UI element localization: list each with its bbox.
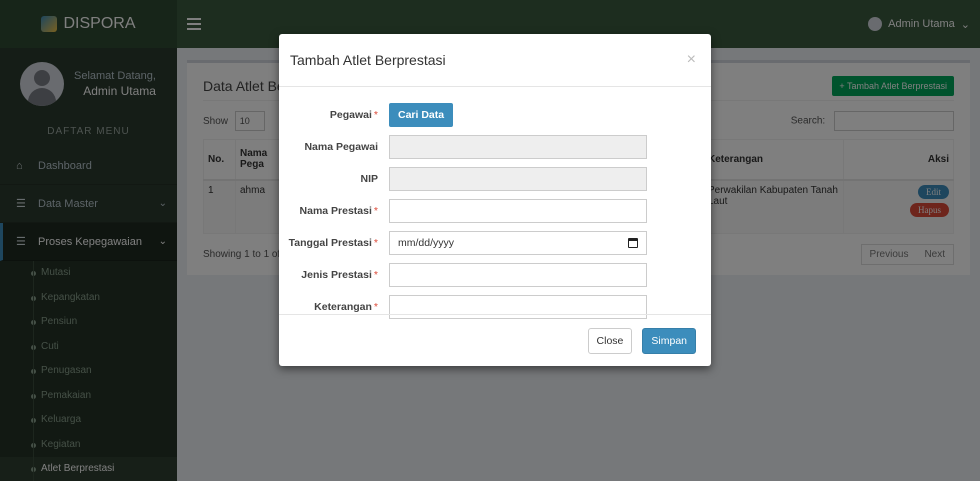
keterangan-label: Keterangan: [314, 301, 372, 313]
required-mark: *: [373, 269, 378, 281]
nip-label: NIP: [360, 173, 378, 185]
modal-title: Tambah Atlet Berprestasi: [290, 52, 446, 68]
nama-pegawai-field: [389, 135, 647, 159]
calendar-icon[interactable]: [628, 238, 638, 248]
required-mark: *: [373, 237, 378, 249]
close-button[interactable]: Close: [587, 327, 633, 354]
required-mark: *: [373, 205, 378, 217]
jenis-prestasi-field[interactable]: [389, 263, 647, 287]
nama-prestasi-label: Nama Prestasi: [299, 205, 372, 217]
close-icon[interactable]: ×: [687, 51, 696, 69]
add-atlet-modal: Tambah Atlet Berprestasi × Pegawai * Cari…: [279, 34, 711, 366]
nip-field: [389, 167, 647, 191]
save-button[interactable]: Simpan: [642, 327, 696, 354]
nama-pegawai-label: Nama Pegawai: [304, 141, 378, 153]
date-placeholder: mm/dd/yyyy: [398, 237, 455, 249]
required-mark: *: [373, 301, 378, 313]
pegawai-label: Pegawai: [329, 109, 372, 121]
tanggal-prestasi-label: Tanggal Prestasi: [288, 237, 372, 249]
cari-data-button[interactable]: Cari Data: [389, 103, 454, 127]
jenis-prestasi-label: Jenis Prestasi: [301, 269, 372, 281]
tanggal-prestasi-field[interactable]: mm/dd/yyyy: [389, 231, 647, 255]
nama-prestasi-field[interactable]: [389, 199, 647, 223]
required-mark: *: [373, 109, 378, 121]
